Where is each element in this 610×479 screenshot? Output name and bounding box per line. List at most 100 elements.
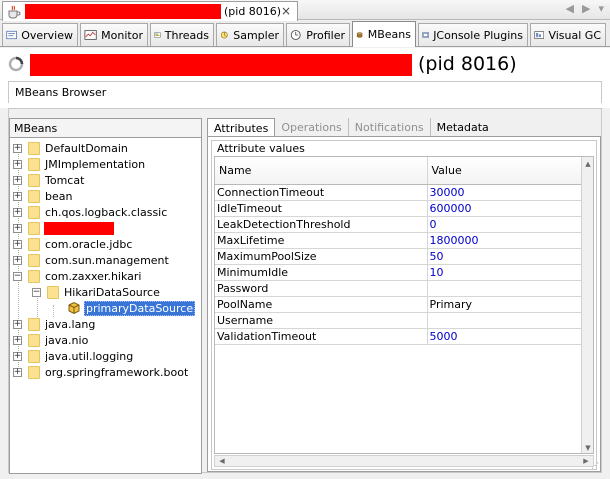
table-row[interactable]: LeakDetectionThreshold 0 (215, 216, 584, 233)
monitor-icon (84, 30, 97, 40)
next-tab-icon[interactable]: ▶ (582, 2, 590, 15)
tree-node-zaxxer-hikari[interactable]: − com.zaxxer.hikari (13, 268, 143, 284)
tab-visual-gc[interactable]: Visual GC (530, 23, 606, 46)
mbeans-main-panel: MBeans + DefaultDomain + JMImplementatio… (8, 108, 602, 474)
vertical-scrollbar[interactable]: ▲ ▼ (581, 157, 593, 453)
table-row[interactable]: Password (215, 280, 584, 297)
empty-table-row (215, 360, 583, 376)
expand-icon[interactable]: + (13, 367, 22, 377)
empty-cell (215, 376, 427, 392)
tree-node-java-lang[interactable]: + java.lang (13, 316, 96, 332)
collapse-icon[interactable]: − (32, 287, 41, 297)
table-row[interactable]: ValidationTimeout 5000 (215, 328, 584, 345)
tab-monitor[interactable]: Monitor (80, 23, 148, 46)
tree-node-sun-management[interactable]: + com.sun.management (13, 252, 170, 268)
table-row[interactable]: MinimumIdle 10 (215, 264, 584, 281)
attribute-value-cell[interactable] (427, 280, 584, 297)
table-row[interactable]: MaxLifetime 1800000 (215, 232, 584, 249)
mbean-icon (68, 301, 80, 315)
attribute-table-container: Name Value ConnectionTimeout 30000 IdleTim… (214, 156, 594, 454)
application-tab[interactable]: (pid 8016) × (2, 1, 298, 21)
expand-icon[interactable]: + (13, 159, 22, 169)
expand-icon[interactable]: + (13, 335, 22, 345)
tree-node-logback[interactable]: + ch.qos.logback.classic (13, 204, 168, 220)
tree-node-defaultdomain[interactable]: + DefaultDomain (13, 140, 129, 156)
folder-open-icon (47, 285, 59, 299)
expand-icon[interactable]: + (13, 239, 22, 249)
tab-operations[interactable]: Operations (275, 118, 349, 137)
scroll-up-icon[interactable]: ▲ (583, 159, 593, 169)
expand-icon[interactable]: + (13, 351, 22, 361)
scroll-right-icon[interactable]: ▶ (581, 456, 591, 466)
tree-node-bean[interactable]: + bean (13, 188, 73, 204)
attribute-name-cell: Username (215, 312, 428, 329)
attribute-value-cell[interactable]: 5000 (427, 328, 584, 345)
expand-icon[interactable]: + (13, 223, 22, 233)
redacted-node-label (44, 221, 114, 235)
tab-profiler[interactable]: Profiler (286, 23, 350, 46)
tree-node-oracle-jdbc[interactable]: + com.oracle.jdbc (13, 236, 133, 252)
column-header-value[interactable]: Value (427, 157, 584, 185)
table-row[interactable]: Username (215, 312, 584, 329)
attribute-value-cell[interactable]: 50 (427, 248, 584, 265)
tab-attributes[interactable]: Attributes (207, 118, 276, 137)
attribute-values-title: Attribute values (217, 142, 305, 155)
attribute-value-cell[interactable] (427, 312, 584, 329)
tree-node-label: ch.qos.logback.classic (45, 205, 168, 219)
attribute-name-cell: Password (215, 280, 428, 297)
previous-tab-icon[interactable]: ◀ (566, 2, 574, 15)
document-tab-bar: (pid 8016) × ◀ ▶ ▾ (0, 0, 610, 21)
table-row[interactable]: PoolName Primary (215, 296, 584, 313)
scroll-down-icon[interactable]: ▼ (583, 443, 593, 453)
attribute-value-cell[interactable]: 0 (427, 216, 584, 233)
mbean-details-panel: Attributes Operations Notifications Meta… (207, 118, 601, 472)
mbeans-tree-panel: MBeans + DefaultDomain + JMImplementatio… (9, 118, 202, 474)
expand-icon[interactable]: + (13, 175, 22, 185)
table-row[interactable]: IdleTimeout 600000 (215, 200, 584, 217)
tree-node-java-util-logging[interactable]: + java.util.logging (13, 348, 134, 364)
empty-cell (215, 408, 427, 424)
expand-icon[interactable]: + (13, 207, 22, 217)
empty-table-row (215, 424, 583, 440)
tree-node-springframework-boot[interactable]: + org.springframework.boot (13, 364, 189, 380)
close-tab-icon[interactable]: × (281, 4, 291, 18)
empty-cell (215, 440, 427, 453)
attribute-table: Name Value ConnectionTimeout 30000 IdleTim… (215, 157, 584, 453)
tree-node-jmimplementation[interactable]: + JMImplementation (13, 156, 146, 172)
expand-icon[interactable]: + (13, 319, 22, 329)
horizontal-scrollbar[interactable]: ◀ ▶ (214, 455, 594, 467)
attribute-value-cell[interactable]: 1800000 (427, 232, 584, 249)
attribute-value-cell[interactable]: 600000 (427, 200, 584, 217)
tab-mbeans[interactable]: MBeans (352, 21, 416, 47)
tree-node-redacted[interactable]: + (13, 220, 114, 236)
expand-icon[interactable]: + (13, 191, 22, 201)
tab-sampler[interactable]: Sampler (216, 23, 284, 46)
empty-cell (427, 408, 583, 424)
table-row[interactable]: ConnectionTimeout 30000 (215, 184, 584, 201)
attribute-value-cell[interactable]: 10 (427, 264, 584, 281)
attribute-value-cell[interactable]: 30000 (427, 184, 584, 201)
tab-notifications[interactable]: Notifications (349, 118, 431, 137)
tree-node-primarydatasource[interactable]: primaryDataSource (67, 300, 196, 316)
resize-grip-icon[interactable]: ⋰ (591, 461, 599, 470)
expand-icon[interactable]: + (13, 143, 22, 153)
expand-icon[interactable]: + (13, 255, 22, 265)
tab-threads[interactable]: Threads (150, 23, 214, 46)
table-row[interactable]: MaximumPoolSize 50 (215, 248, 584, 265)
tree-node-java-nio[interactable]: + java.nio (13, 332, 89, 348)
tab-jconsole-plugins[interactable]: JConsole Plugins (418, 23, 528, 46)
tree-node-tomcat[interactable]: + Tomcat (13, 172, 85, 188)
tree-node-label: JMImplementation (45, 157, 146, 171)
tab-list-icon[interactable]: ▾ (598, 2, 604, 15)
tab-profiler-label: Profiler (306, 28, 345, 42)
tab-overview[interactable]: Overview (2, 23, 78, 46)
attribute-value-cell[interactable]: Primary (427, 296, 584, 313)
collapse-icon[interactable]: − (13, 271, 22, 281)
tab-monitor-label: Monitor (101, 28, 143, 42)
tab-metadata[interactable]: Metadata (431, 118, 495, 137)
column-header-name[interactable]: Name (215, 157, 428, 185)
scroll-left-icon[interactable]: ◀ (217, 456, 227, 466)
empty-cell (215, 424, 427, 440)
attribute-name-cell: MaxLifetime (215, 232, 428, 249)
tree-node-hikaridatasource[interactable]: − HikariDataSource (32, 284, 161, 300)
